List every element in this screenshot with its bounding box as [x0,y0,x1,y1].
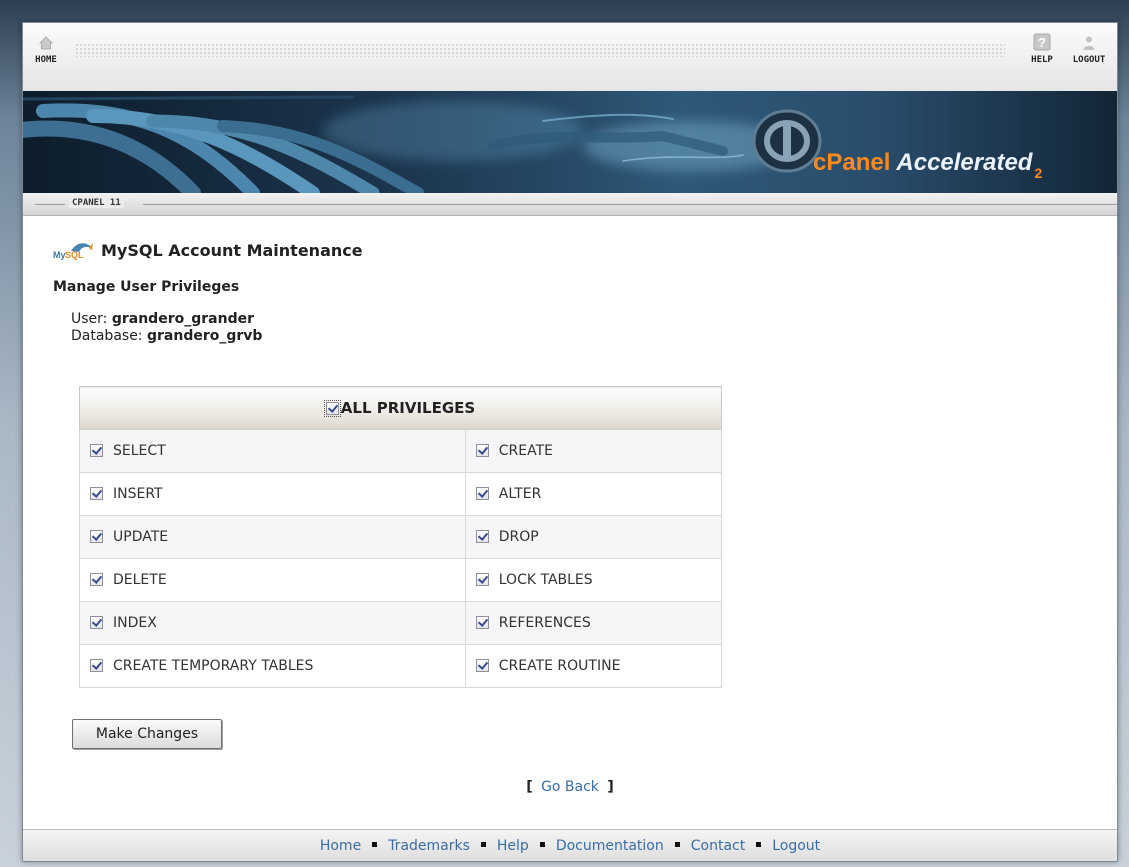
table-row: INSERT ALTER [79,472,723,516]
table-row: UPDATE DROP [79,515,723,559]
page-title: MySQL Account Maintenance [101,240,363,260]
privilege-cell: CREATE [464,429,723,473]
privilege-checkbox[interactable] [90,487,103,500]
all-privileges-checkbox[interactable] [323,400,341,417]
all-privileges-header: ALL PRIVILEGES [79,386,722,430]
footer-separator [539,842,545,847]
cpanel-window: HOME ? HELP LOGOUT cPanel Accelerated 2 … [22,22,1118,862]
footer-link-help[interactable]: Help [497,838,529,854]
header-banner: cPanel Accelerated 2 [23,91,1117,193]
account-info: User: grandero_grander Database: grander… [71,311,1083,345]
go-back-link[interactable]: Go Back [541,779,599,795]
page-heading: My SQL MySQL Account Maintenance [53,239,1083,261]
footer-link-documentation[interactable]: Documentation [556,838,664,854]
footer-link-logout[interactable]: Logout [772,838,820,854]
home-icon [39,36,53,50]
svg-text:?: ? [1038,35,1046,50]
privilege-label: INDEX [113,615,157,631]
help-label: HELP [1031,55,1053,65]
home-label: HOME [35,55,57,65]
svg-text:My: My [53,250,66,260]
privilege-cell: DELETE [79,558,466,602]
privilege-label: DELETE [113,572,167,588]
svg-text:SQL: SQL [65,250,84,260]
logout-button[interactable]: LOGOUT [1067,35,1111,65]
user-line: User: grandero_grander [71,311,1083,328]
home-button[interactable]: HOME [29,35,63,65]
privilege-checkbox[interactable] [475,573,489,586]
footer-separator [674,842,680,847]
privileges-table: ALL PRIVILEGES SELECT CREATE INSERT ALTE… [79,386,723,688]
privilege-label: CREATE ROUTINE [498,658,621,674]
all-privileges-label: ALL PRIVILEGES [340,399,476,417]
privilege-checkbox[interactable] [475,487,489,500]
privilege-cell: LOCK TABLES [464,558,723,602]
decorative-dots [75,43,1005,57]
brand-version: 2 [1034,165,1043,181]
privilege-label: ALTER [498,486,542,502]
privilege-checkbox[interactable] [475,530,489,543]
privilege-checkbox[interactable] [90,616,103,629]
privilege-label: SELECT [113,443,166,459]
go-back-close-bracket: ] [607,779,614,795]
privilege-cell: INSERT [79,472,466,516]
privilege-cell: SELECT [79,429,466,473]
table-row: CREATE TEMPORARY TABLES CREATE ROUTINE [79,644,723,688]
privilege-cell: CREATE TEMPORARY TABLES [79,644,466,688]
privilege-label: DROP [498,529,539,545]
privilege-checkbox[interactable] [90,444,103,457]
footer-separator [480,842,486,847]
go-back-container: [ Go Back ] [23,779,1117,795]
privilege-label: UPDATE [113,529,169,545]
privilege-checkbox[interactable] [90,573,103,586]
footer-separator [372,842,378,847]
privilege-checkbox[interactable] [475,444,489,457]
privilege-label: CREATE [498,443,553,459]
privilege-cell: ALTER [464,472,723,516]
database-value: grandero_grvb [146,328,263,344]
privilege-cell: REFERENCES [464,601,723,645]
privilege-label: LOCK TABLES [498,572,593,588]
make-changes-button[interactable]: Make Changes [72,719,222,749]
version-tag: CPANEL 11 [69,198,124,208]
version-strip: CPANEL 11 [23,193,1117,216]
main-content: My SQL MySQL Account Maintenance Manage … [53,239,1083,749]
logout-label: LOGOUT [1072,55,1106,65]
top-nav: HOME ? HELP LOGOUT [23,23,1117,92]
footer-separator [756,842,762,847]
privilege-checkbox[interactable] [90,530,103,543]
database-label: Database: [71,328,143,344]
database-line: Database: grandero_grvb [71,328,1083,345]
user-label: User: [71,311,108,327]
privilege-cell: UPDATE [79,515,466,559]
privilege-label: REFERENCES [498,615,591,631]
privilege-checkbox[interactable] [475,659,489,672]
page-subtitle: Manage User Privileges [53,279,240,295]
privilege-cell: INDEX [79,601,466,645]
privilege-checkbox[interactable] [90,659,103,672]
brand-cpanel: cPanel [813,149,891,176]
footer-nav: Home Trademarks Help Documentation Contact Lo… [23,829,1117,861]
privilege-checkbox[interactable] [475,616,489,629]
cpanel-brand-text: cPanel Accelerated 2 [813,149,1042,181]
privilege-cell: DROP [464,515,723,559]
go-back-open-bracket: [ [526,779,533,795]
user-value: grandero_grander [111,311,254,327]
table-row: DELETE LOCK TABLES [79,558,723,602]
table-row: SELECT CREATE [79,429,723,473]
footer-link-contact[interactable]: Contact [691,838,745,854]
help-icon: ? [1033,33,1051,51]
mysql-logo-icon: My SQL [53,243,93,260]
logout-icon [1083,36,1095,50]
privilege-label: CREATE TEMPORARY TABLES [113,658,314,674]
table-row: INDEX REFERENCES [79,601,723,645]
footer-link-home[interactable]: Home [320,838,361,854]
help-button[interactable]: ? HELP [1025,33,1059,65]
privilege-label: INSERT [113,486,163,502]
footer-link-trademarks[interactable]: Trademarks [388,838,470,854]
privilege-cell: CREATE ROUTINE [464,644,723,688]
brand-accelerated: Accelerated [896,149,1033,176]
